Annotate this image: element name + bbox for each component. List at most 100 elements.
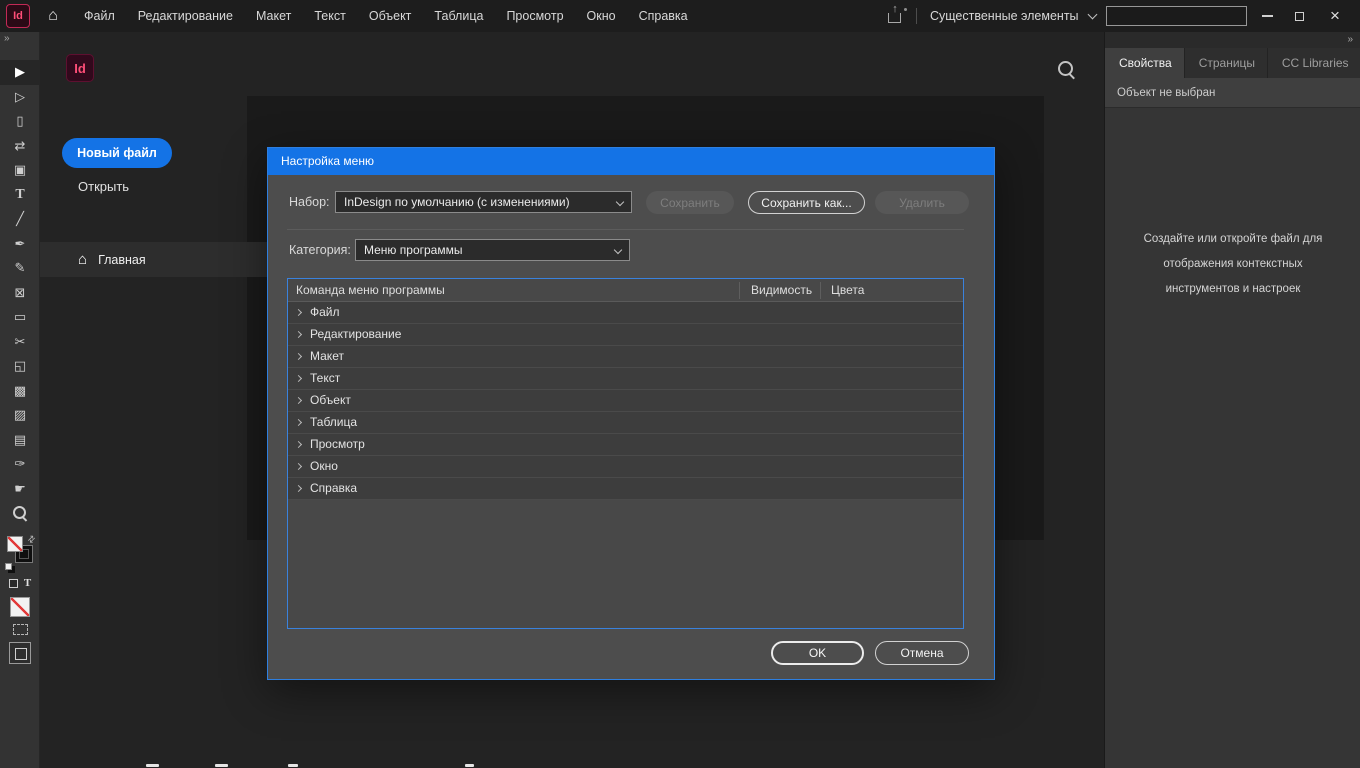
table-row[interactable]: Текст bbox=[288, 368, 963, 390]
page-tool-icon: ▯ bbox=[16, 113, 23, 129]
zoom-tool[interactable] bbox=[0, 501, 40, 526]
dialog-titlebar[interactable]: Настройка меню bbox=[268, 148, 994, 175]
expand-chevron-icon[interactable] bbox=[295, 397, 302, 404]
titlebar-search-input[interactable] bbox=[1106, 6, 1247, 26]
fill-stroke-swatches[interactable] bbox=[4, 534, 36, 570]
formatting-text-icon[interactable] bbox=[24, 577, 31, 590]
table-row-label: Таблица bbox=[310, 412, 357, 433]
direct-selection-tool[interactable]: ▷ bbox=[0, 85, 40, 110]
set-dropdown[interactable]: InDesign по умолчанию (с изменениями) bbox=[335, 191, 632, 213]
cancel-button[interactable]: Отмена bbox=[875, 641, 969, 665]
open-button[interactable]: Открыть bbox=[78, 179, 129, 194]
table-row-label: Справка bbox=[310, 478, 357, 499]
gradient-swatch-tool[interactable]: ▩ bbox=[0, 379, 40, 404]
tab-cc-libraries[interactable]: CC Libraries bbox=[1268, 48, 1360, 78]
note-tool[interactable]: ▤ bbox=[0, 428, 40, 453]
line-tool[interactable]: ╱ bbox=[0, 207, 40, 232]
titlebar-divider bbox=[916, 8, 917, 24]
expand-chevron-icon[interactable] bbox=[295, 485, 302, 492]
table-row[interactable]: Файл bbox=[288, 302, 963, 324]
table-row[interactable]: Справка bbox=[288, 478, 963, 500]
properties-panel: Свойства Страницы CC Libraries Объект не… bbox=[1104, 32, 1360, 768]
new-file-button[interactable]: Новый файл bbox=[62, 138, 172, 168]
rectangle-frame-tool[interactable]: ⊠ bbox=[0, 281, 40, 306]
category-dropdown-value: Меню программы bbox=[364, 243, 462, 257]
menu-table[interactable]: Таблица bbox=[434, 0, 483, 32]
gradient-swatch-tool-icon: ▩ bbox=[14, 383, 26, 399]
category-dropdown[interactable]: Меню программы bbox=[355, 239, 630, 261]
save-button[interactable]: Сохранить bbox=[646, 191, 734, 214]
expand-chevron-icon[interactable] bbox=[295, 419, 302, 426]
table-row[interactable]: Редактирование bbox=[288, 324, 963, 346]
menu-view[interactable]: Просмотр bbox=[506, 0, 563, 32]
fill-color-swatch[interactable] bbox=[7, 536, 23, 552]
house-icon bbox=[78, 252, 87, 267]
search-icon[interactable] bbox=[1056, 59, 1078, 81]
delete-button[interactable]: Удалить bbox=[875, 191, 969, 214]
default-fill-stroke-icon[interactable] bbox=[5, 563, 12, 570]
type-tool[interactable]: T bbox=[0, 183, 40, 208]
tab-properties[interactable]: Свойства bbox=[1105, 48, 1185, 78]
content-collector-tool[interactable]: ▣ bbox=[0, 158, 40, 183]
frame-edges-icon[interactable] bbox=[13, 624, 28, 635]
set-dropdown-value: InDesign по умолчанию (с изменениями) bbox=[344, 195, 570, 209]
menu-help[interactable]: Справка bbox=[639, 0, 688, 32]
close-button[interactable] bbox=[1318, 0, 1352, 32]
column-separator bbox=[820, 282, 821, 299]
ok-button[interactable]: OK bbox=[771, 641, 864, 665]
table-row[interactable]: Окно bbox=[288, 456, 963, 478]
home-icon[interactable] bbox=[42, 0, 64, 32]
scissors-tool[interactable]: ✂ bbox=[0, 330, 40, 355]
menu-file[interactable]: Файл bbox=[84, 0, 115, 32]
column-header-command: Команда меню программы bbox=[296, 279, 445, 302]
swap-fill-stroke-icon[interactable] bbox=[26, 533, 39, 546]
color-theme-tool[interactable]: ✑ bbox=[0, 452, 40, 477]
pencil-tool[interactable]: ✎ bbox=[0, 256, 40, 281]
expand-chevron-icon[interactable] bbox=[295, 309, 302, 316]
gradient-feather-tool-icon: ▨ bbox=[14, 407, 26, 423]
formatting-container-icon[interactable] bbox=[9, 579, 18, 588]
table-row[interactable]: Таблица bbox=[288, 412, 963, 434]
workspace-switcher[interactable]: Существенные элементы bbox=[930, 0, 1096, 32]
restore-button[interactable] bbox=[1284, 0, 1314, 32]
expand-chevron-icon[interactable] bbox=[295, 353, 302, 360]
menu-type[interactable]: Текст bbox=[314, 0, 345, 32]
expand-chevron-icon[interactable] bbox=[295, 375, 302, 382]
formatting-target-toggle bbox=[9, 577, 31, 590]
expand-chevron-icon[interactable] bbox=[295, 463, 302, 470]
tools-list: ▶ ▷ ▯ ⇄ ▣ T ╱ ✒ ✎ ⊠ ▭ ✂ ◱ ▩ ▨ ▤ ✑ ☛ bbox=[0, 60, 40, 526]
pen-tool[interactable]: ✒ bbox=[0, 232, 40, 257]
table-row[interactable]: Макет bbox=[288, 346, 963, 368]
gap-tool[interactable]: ⇄ bbox=[0, 134, 40, 159]
share-icon[interactable] bbox=[882, 0, 908, 32]
menu-customization-dialog: Настройка меню Набор: InDesign по умолча… bbox=[267, 147, 995, 680]
menu-layout[interactable]: Макет bbox=[256, 0, 291, 32]
table-row[interactable]: Объект bbox=[288, 390, 963, 412]
expand-chevron-icon[interactable] bbox=[295, 331, 302, 338]
table-row[interactable]: Просмотр bbox=[288, 434, 963, 456]
menu-object[interactable]: Объект bbox=[369, 0, 412, 32]
selection-tool[interactable]: ▶ bbox=[0, 60, 40, 85]
screen-mode-button[interactable] bbox=[9, 642, 31, 664]
hand-tool[interactable]: ☛ bbox=[0, 477, 40, 502]
minimize-icon bbox=[1262, 15, 1273, 17]
sidebar-item-home[interactable]: Главная bbox=[40, 242, 286, 277]
collapse-tools-chevron-icon[interactable] bbox=[4, 33, 10, 44]
expand-chevron-icon[interactable] bbox=[295, 441, 302, 448]
apply-none-swatch[interactable] bbox=[10, 597, 30, 617]
tab-pages[interactable]: Страницы bbox=[1185, 48, 1268, 78]
free-transform-tool[interactable]: ◱ bbox=[0, 354, 40, 379]
content-collector-tool-icon: ▣ bbox=[14, 162, 26, 178]
gradient-feather-tool[interactable]: ▨ bbox=[0, 403, 40, 428]
rectangle-tool[interactable]: ▭ bbox=[0, 305, 40, 330]
save-as-button[interactable]: Сохранить как... bbox=[748, 191, 865, 214]
panel-hint-text: Создайте или откройте файл для отображен… bbox=[1128, 227, 1338, 302]
menu-edit[interactable]: Редактирование bbox=[138, 0, 233, 32]
set-label: Набор: bbox=[289, 191, 330, 213]
page-tool[interactable]: ▯ bbox=[0, 109, 40, 134]
minimize-button[interactable] bbox=[1252, 0, 1282, 32]
taskbar-hint-mark bbox=[465, 764, 474, 767]
collapse-panel-chevron-icon[interactable] bbox=[1347, 32, 1353, 47]
menu-window[interactable]: Окно bbox=[587, 0, 616, 32]
free-transform-tool-icon: ◱ bbox=[14, 358, 26, 374]
